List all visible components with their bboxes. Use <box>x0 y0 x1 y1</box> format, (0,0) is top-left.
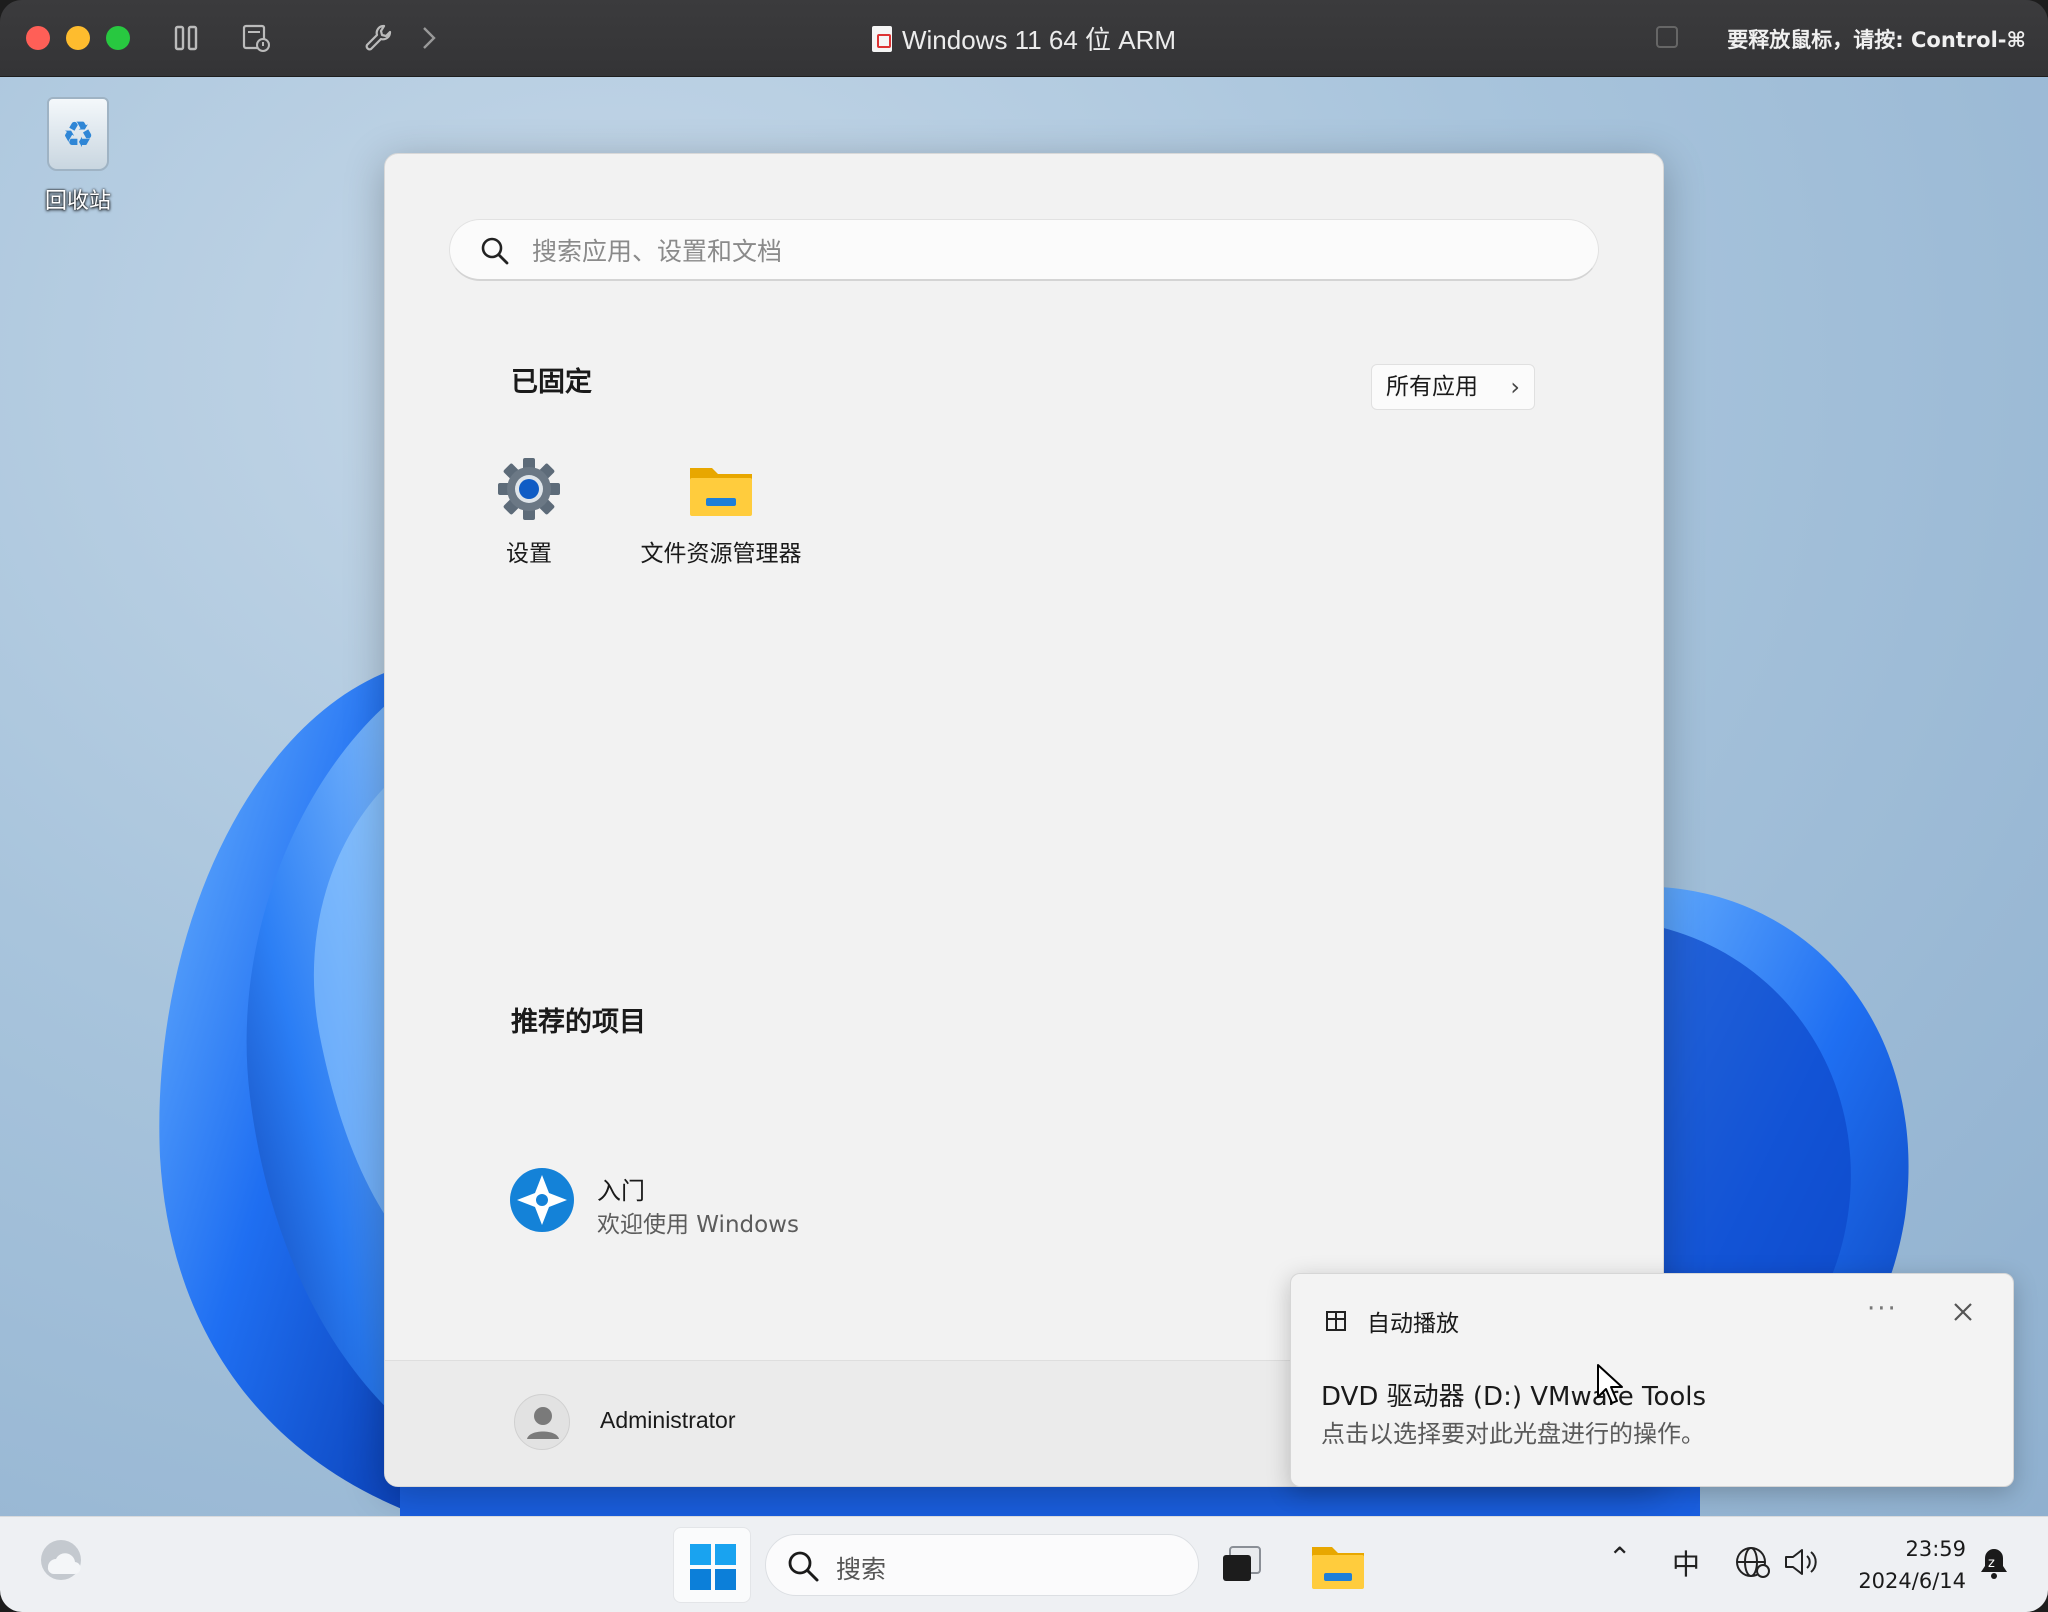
mouse-cursor-icon <box>1597 1364 1623 1404</box>
svg-text:z: z <box>1988 1556 1995 1571</box>
input-method-indicator[interactable]: 中 <box>1672 1543 1700 1583</box>
file-explorer-taskbar-icon[interactable] <box>1306 1533 1370 1597</box>
release-mouse-hint: 要释放鼠标，请按: Control-⌘ <box>1727 28 2026 52</box>
pinned-app-settings[interactable]: 设置 <box>439 456 619 568</box>
pinned-app-name: 文件资源管理器 <box>640 541 802 567</box>
search-icon <box>788 1551 819 1582</box>
taskbar-search-label: 搜索 <box>836 1555 887 1584</box>
recycle-bin[interactable]: ♻ 回收站 <box>32 97 124 215</box>
pinned-app-file-explorer[interactable]: 文件资源管理器 <box>631 456 811 568</box>
notification-title: DVD 驱动器 (D:) VMware Tools <box>1321 1382 1707 1412</box>
pinned-app-name: 设置 <box>506 541 552 567</box>
file-explorer-folder-icon <box>688 456 754 522</box>
settings-gear-icon <box>496 456 562 522</box>
recommended-item-get-started[interactable]: 入门 欢迎使用 Windows <box>509 1167 909 1238</box>
user-avatar[interactable] <box>514 1394 570 1450</box>
display-mode-icon[interactable] <box>1656 26 1678 48</box>
recycle-bin-icon: ♻ <box>47 97 109 171</box>
pinned-section-title: 已固定 <box>511 367 592 398</box>
user-icon <box>527 1407 559 1439</box>
taskbar: 搜索 ⌃ 中 23:59 2024/6/14 z <box>0 1516 2048 1612</box>
notification-more-button[interactable]: ··· <box>1867 1294 1898 1324</box>
notification-close-icon[interactable] <box>1949 1298 1977 1326</box>
task-view-icon[interactable] <box>1210 1533 1274 1597</box>
get-started-icon <box>510 1168 574 1232</box>
window-title-text: Windows 11 64 位 ARM <box>901 25 1177 55</box>
vm-document-icon <box>871 26 892 52</box>
mac-titlebar: Windows 11 64 位 ARM 要释放鼠标，请按: Control-⌘ <box>0 0 2048 77</box>
weather-widget-icon[interactable] <box>38 1537 84 1583</box>
all-apps-label: 所有应用 <box>1386 374 1478 400</box>
show-hidden-icons-chevron-icon[interactable]: ⌃ <box>1608 1541 1631 1574</box>
chevron-right-icon: › <box>1510 373 1520 401</box>
vm-window: Windows 11 64 位 ARM 要释放鼠标，请按: Control-⌘ <box>0 0 2048 1612</box>
recommended-section-title: 推荐的项目 <box>511 1007 646 1038</box>
desktop[interactable]: ♻ 回收站 已固定 所有应用 › <box>0 77 2048 1516</box>
volume-speaker-icon[interactable] <box>1782 1543 1820 1581</box>
recommended-item-subtitle: 欢迎使用 Windows <box>597 1212 799 1238</box>
notification-body: 点击以选择要对此光盘进行的操作。 <box>1321 1420 1705 1448</box>
all-apps-button[interactable]: 所有应用 › <box>1371 364 1535 410</box>
start-search-box[interactable] <box>449 219 1599 281</box>
user-name[interactable]: Administrator <box>600 1407 735 1434</box>
system-clock[interactable]: 23:59 2024/6/14 <box>1846 1533 1966 1597</box>
clock-time: 23:59 <box>1905 1537 1966 1561</box>
taskbar-search-box[interactable]: 搜索 <box>765 1534 1199 1596</box>
autoplay-notification[interactable]: 自动播放 ··· DVD 驱动器 (D:) VMware Tools 点击以选择… <box>1290 1273 2014 1487</box>
recommended-item-title: 入门 <box>597 1177 645 1205</box>
notification-bell-icon[interactable]: z <box>1976 1545 2012 1581</box>
search-icon <box>481 237 509 265</box>
windows-logo-icon <box>690 1544 736 1590</box>
recycle-bin-label: 回收站 <box>44 189 111 214</box>
clock-date: 2024/6/14 <box>1858 1569 1966 1593</box>
start-button[interactable] <box>673 1527 751 1603</box>
autoplay-app-icon <box>1326 1311 1346 1331</box>
notification-app-name: 自动播放 <box>1367 1311 1459 1337</box>
network-globe-icon[interactable] <box>1734 1543 1772 1581</box>
start-search-input[interactable] <box>532 232 1572 270</box>
